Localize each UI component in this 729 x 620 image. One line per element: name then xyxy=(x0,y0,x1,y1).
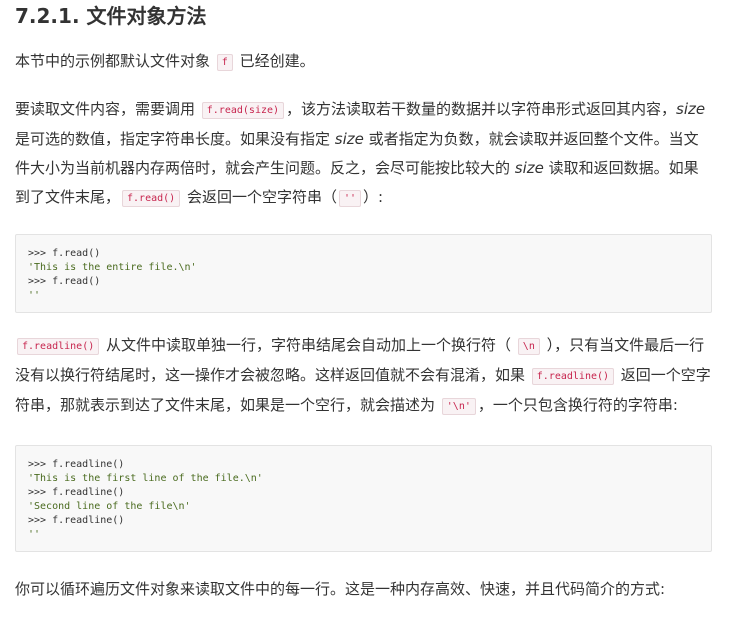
paragraph-text: ，一个只包含换行符的字符串: xyxy=(477,396,678,414)
read-method-paragraph: 要读取文件内容，需要调用 f.read(size) ，该方法读取若干数量的数据并以… xyxy=(15,95,712,213)
code-line: >>> f.read() xyxy=(28,276,101,287)
emphasis-param: size xyxy=(514,159,544,177)
paragraph-text: ）: xyxy=(363,188,384,206)
code-line: 'Second line of the file\n' xyxy=(28,501,191,512)
intro-text-before: 本节中的示例都默认文件对象 xyxy=(15,52,215,70)
inline-code: f.read() xyxy=(122,190,181,207)
inline-code: '\n' xyxy=(441,398,476,415)
inline-code: f.read(size) xyxy=(201,102,285,119)
emphasis-param: size xyxy=(334,130,364,148)
paragraph-text: 是可选的数值，指定字符串长度。如果没有指定 xyxy=(15,130,335,148)
inline-code: '' xyxy=(338,190,362,207)
paragraph-text: 从文件中读取单独一行，字符串结尾会自动加上一个换行符（ xyxy=(101,336,516,354)
code-line: 'This is the first line of the file.\n' xyxy=(28,473,263,484)
paragraph-text: 会返回一个空字符串（ xyxy=(182,188,337,206)
code-line: >>> f.readline() xyxy=(28,487,125,498)
code-line: >>> f.readline() xyxy=(28,459,125,470)
emphasis-param: size xyxy=(676,100,706,118)
code-block-readline: >>> f.readline() 'This is the first line … xyxy=(15,445,712,552)
document-content: 7.2.1. 文件对象方法 本节中的示例都默认文件对象 f 已经创建。 要读取文… xyxy=(15,0,712,604)
code-line: '' xyxy=(28,290,41,301)
intro-paragraph: 本节中的示例都默认文件对象 f 已经创建。 xyxy=(15,47,712,77)
inline-code: f xyxy=(216,54,233,71)
intro-text-after: 已经创建。 xyxy=(234,52,315,70)
paragraph-text: ，该方法读取若干数量的数据并以字符串形式返回其内容， xyxy=(286,100,677,118)
readline-method-paragraph: f.readline() 从文件中读取单独一行，字符串结尾会自动加上一个换行符（… xyxy=(15,331,712,421)
section-heading: 7.2.1. 文件对象方法 xyxy=(15,4,207,28)
code-line: >>> f.readline() xyxy=(28,515,125,526)
code-line: >>> f.read() xyxy=(28,248,101,259)
paragraph-text: 要读取文件内容，需要调用 xyxy=(15,100,200,118)
inline-code: f.readline() xyxy=(17,338,100,355)
code-block-read: >>> f.read() 'This is the entire file.\n'… xyxy=(15,234,712,313)
inline-code: f.readline() xyxy=(531,368,615,385)
code-line: '' xyxy=(28,529,41,540)
iteration-paragraph: 你可以循环遍历文件对象来读取文件中的每一行。这是一种内存高效、快速，并且代码简介… xyxy=(15,580,666,598)
code-line: 'This is the entire file.\n' xyxy=(28,262,197,273)
inline-code: \n xyxy=(517,338,540,355)
